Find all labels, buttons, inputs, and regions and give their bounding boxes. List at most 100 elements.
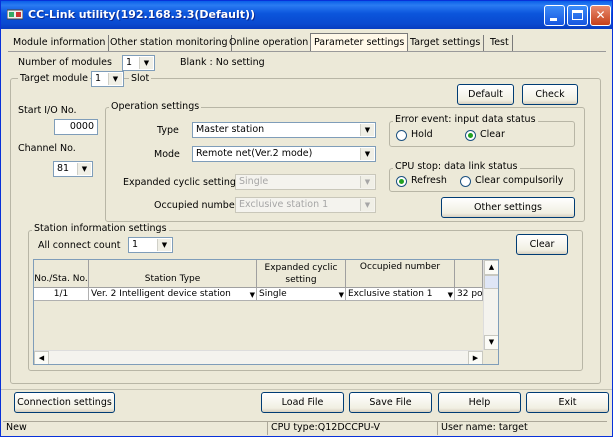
tab-online-operation[interactable]: Online operation	[226, 35, 313, 51]
exit-button[interactable]: Exit	[526, 392, 609, 413]
connect-count-value: 1	[132, 239, 139, 250]
chevron-down-icon: ▼	[139, 57, 153, 69]
chevron-down-icon: ▼	[360, 124, 374, 136]
clear-compulsorily-radio[interactable]	[460, 176, 471, 187]
col-header-extra	[455, 260, 483, 288]
horizontal-scrollbar[interactable]: ◀ ▶	[34, 350, 483, 364]
mode-value: Remote net(Ver.2 mode)	[196, 148, 313, 159]
chevron-down-icon: ▼	[360, 148, 374, 160]
col-header-station-type: Station Type	[89, 260, 257, 288]
chevron-down-icon: ▼	[249, 291, 255, 299]
refresh-label: Refresh	[411, 175, 447, 186]
hold-radio[interactable]	[396, 130, 407, 141]
start-io-input[interactable]: 0000	[54, 119, 98, 135]
scroll-thumb[interactable]	[484, 275, 498, 289]
chevron-down-icon: ▼	[77, 163, 91, 175]
cpu-stop-title: CPU stop: data link status	[393, 161, 520, 172]
status-cpu-type: CPU type:Q12DCCPU-V	[267, 421, 437, 435]
operation-settings-title: Operation settings	[109, 101, 202, 112]
tab-other-station-monitoring[interactable]: Other station monitoring	[107, 35, 232, 51]
channel-value: 81	[57, 163, 70, 174]
chevron-down-icon: ▼	[360, 176, 374, 188]
col-header-occupied: Occupied number	[346, 260, 455, 288]
check-button[interactable]: Check	[522, 84, 578, 105]
error-event-title: Error event: input data status	[393, 114, 538, 125]
modules-value: 1	[126, 57, 133, 68]
connect-count-select[interactable]: 1 ▼	[128, 237, 173, 253]
maximize-icon	[572, 10, 583, 20]
type-select[interactable]: Master station ▼	[192, 122, 376, 138]
status-state: New	[3, 421, 267, 435]
help-button[interactable]: Help	[438, 392, 521, 413]
channel-select[interactable]: 81 ▼	[53, 161, 93, 177]
scroll-right-icon[interactable]: ▶	[468, 351, 483, 364]
table-cell-extra: 32 poi	[455, 288, 483, 301]
station-type-value: Ver. 2 Intelligent device station	[91, 289, 231, 299]
table-cell-station-type[interactable]: Ver. 2 Intelligent device station ▼	[89, 288, 257, 301]
cyclic-cell-value: Single	[259, 289, 287, 299]
channel-label: Channel No.	[18, 143, 76, 154]
mode-select[interactable]: Remote net(Ver.2 mode) ▼	[192, 146, 376, 162]
close-icon: ✕	[595, 8, 606, 22]
status-user: User name: target	[437, 421, 607, 435]
tab-test[interactable]: Test	[487, 35, 513, 51]
tab-parameter-settings[interactable]: Parameter settings	[310, 33, 409, 52]
occupied-select[interactable]: Exclusive station 1 ▼	[235, 197, 376, 213]
other-settings-button[interactable]: Other settings	[441, 197, 575, 218]
chevron-down-icon: ▼	[108, 73, 122, 85]
table-cell-occupied[interactable]: Exclusive station 1 ▼	[346, 288, 455, 301]
station-info-title: Station information settings	[32, 223, 169, 234]
type-label: Type	[157, 125, 179, 136]
mode-label: Mode	[154, 149, 180, 160]
tab-target-settings[interactable]: Target settings	[407, 35, 485, 51]
modules-select[interactable]: 1 ▼	[122, 55, 155, 71]
occupied-value: Exclusive station 1	[239, 199, 329, 210]
chevron-down-icon: ▼	[338, 291, 344, 299]
vertical-scrollbar[interactable]: ▲ ▼	[483, 260, 498, 350]
col-header-cyclic: Expanded cyclic setting	[257, 260, 346, 288]
chevron-down-icon: ▼	[447, 291, 453, 299]
tab-divider	[8, 51, 606, 52]
occupied-cell-value: Exclusive station 1	[348, 289, 433, 299]
target-module-label: Target module	[18, 73, 91, 84]
refresh-radio[interactable]	[396, 176, 407, 187]
type-value: Master station	[196, 124, 265, 135]
modules-label: Number of modules	[18, 57, 112, 68]
scroll-down-icon[interactable]: ▼	[484, 335, 498, 350]
modules-note: Blank : No setting	[180, 57, 265, 68]
cyclic-label: Expanded cyclic setting	[123, 177, 236, 188]
scroll-up-icon[interactable]: ▲	[484, 260, 498, 275]
load-file-button[interactable]: Load File	[261, 392, 344, 413]
close-button[interactable]: ✕	[590, 5, 611, 26]
window-title: CC-Link utility(192.168.3.3(Default))	[28, 8, 256, 21]
connection-settings-button[interactable]: Connection settings	[14, 392, 115, 413]
slot-label: Slot	[129, 73, 152, 84]
station-clear-button[interactable]: Clear	[516, 234, 568, 255]
hold-label: Hold	[411, 129, 433, 140]
minimize-button[interactable]	[544, 5, 565, 26]
cyclic-select[interactable]: Single ▼	[235, 174, 376, 190]
table-cell-cyclic[interactable]: Single ▼	[257, 288, 346, 301]
save-file-button[interactable]: Save File	[349, 392, 432, 413]
clear-label: Clear	[480, 129, 505, 140]
chevron-down-icon: ▼	[360, 199, 374, 211]
default-button[interactable]: Default	[457, 84, 514, 105]
title-bar[interactable]: CC-Link utility(192.168.3.3(Default)) ✕	[1, 1, 612, 29]
target-module-value: 1	[95, 73, 102, 84]
app-window: CC-Link utility(192.168.3.3(Default)) ✕ …	[0, 0, 613, 437]
station-table: No./Sta. No. Station Type Expanded cycli…	[33, 259, 499, 365]
maximize-button[interactable]	[567, 5, 588, 26]
minimize-icon	[550, 18, 557, 21]
cyclic-value: Single	[239, 176, 269, 187]
scroll-left-icon[interactable]: ◀	[34, 351, 49, 364]
clear-radio[interactable]	[465, 130, 476, 141]
chevron-down-icon: ▼	[157, 239, 171, 251]
status-bar: New CPU type:Q12DCCPU-V User name: targe…	[1, 419, 612, 436]
col-header-no: No./Sta. No.	[34, 260, 89, 288]
table-cell-no: 1/1	[34, 288, 89, 301]
tab-module-information[interactable]: Module information	[10, 35, 110, 51]
occupied-label: Occupied number	[154, 200, 239, 211]
target-module-select[interactable]: 1 ▼	[91, 71, 124, 87]
start-io-label: Start I/O No.	[18, 105, 77, 116]
footer-divider	[1, 389, 612, 390]
